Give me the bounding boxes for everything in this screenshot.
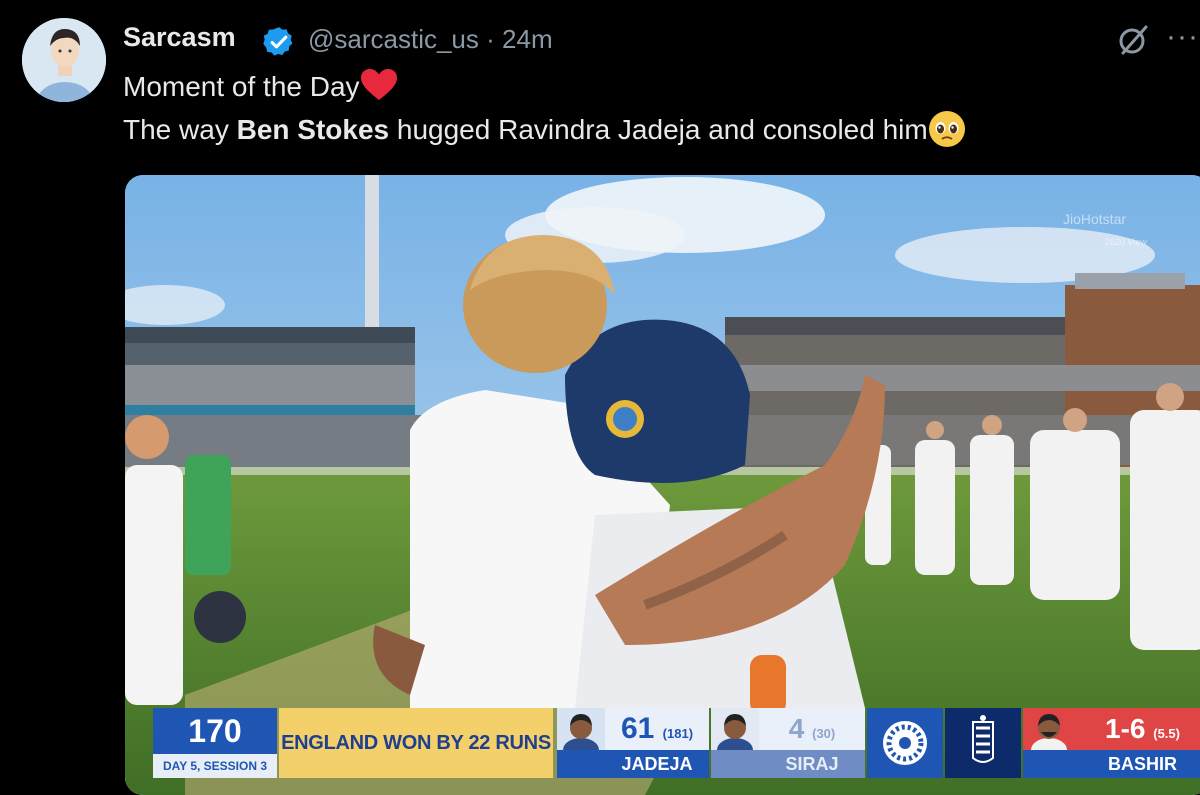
ecb-logo [945, 708, 1021, 778]
tweet-text-line-2: The way Ben Stokes hugged Ravindra Jadej… [123, 110, 966, 148]
tweet-text-2a: The way [123, 114, 237, 145]
avatar-image [22, 18, 106, 102]
handle-and-time: @sarcastic_us · 24m [308, 24, 553, 55]
timestamp[interactable]: 24m [502, 24, 553, 54]
batter1-balls: (181) [662, 726, 694, 741]
batter2-name: SIRAJ [711, 750, 865, 778]
verified-badge-icon [263, 27, 293, 56]
scorecard: 170 DAY 5, SESSION 3 ENGLAND WON BY 22 R… [125, 708, 1200, 782]
pleading-face-emoji-icon [928, 111, 965, 147]
more-icon[interactable]: ··· [1166, 20, 1199, 54]
ecb-logo-icon [972, 715, 994, 763]
broadcast-watermark-sub: 2620 View [1105, 237, 1147, 247]
batter1-avatar-icon [563, 714, 599, 762]
display-name[interactable]: Sarcasm [123, 22, 236, 53]
grok-icon[interactable] [1115, 22, 1151, 58]
match-result: ENGLAND WON BY 22 RUNS [279, 708, 553, 778]
heart-emoji-icon [360, 69, 397, 100]
avatar[interactable] [22, 18, 106, 102]
bcci-logo [867, 708, 943, 778]
batter1-runs: 61 [620, 712, 655, 745]
match-session: DAY 5, SESSION 3 [153, 754, 277, 778]
tweet-text-bold: Ben Stokes [236, 114, 390, 145]
bcci-logo-icon [883, 721, 927, 765]
batter1-name: JADEJA [557, 750, 709, 778]
team-score: 170 [153, 708, 277, 754]
tweet-text-2b: hugged Ravindra Jadeja and consoled him [389, 114, 928, 145]
tweet-text-1: Moment of the Day [123, 71, 360, 102]
batter2-balls: (30) [812, 726, 836, 741]
batter2-runs: 4 [788, 713, 805, 744]
bowler-figures: 1-6 (5.5) [1075, 708, 1200, 750]
tweet-text-line-1: Moment of the Day [123, 68, 398, 103]
match-photo [125, 175, 1200, 795]
tweet-media[interactable]: JioHotstar 2620 View 170 DAY 5, SESSION … [125, 175, 1200, 795]
batter2-score: 4 (30) [759, 708, 865, 750]
batter2-avatar-icon [717, 714, 753, 762]
handle[interactable]: @sarcastic_us [308, 24, 479, 54]
batter1-score: 61 (181) [605, 708, 709, 750]
bowler-wickets-runs: 1-6 [1105, 713, 1146, 744]
broadcast-watermark: JioHotstar [1063, 211, 1127, 227]
bowler-name: BASHIR [1023, 750, 1200, 778]
bowler-avatar-icon [1031, 714, 1067, 762]
separator: · [486, 24, 495, 54]
bowler-overs: (5.5) [1153, 726, 1180, 741]
